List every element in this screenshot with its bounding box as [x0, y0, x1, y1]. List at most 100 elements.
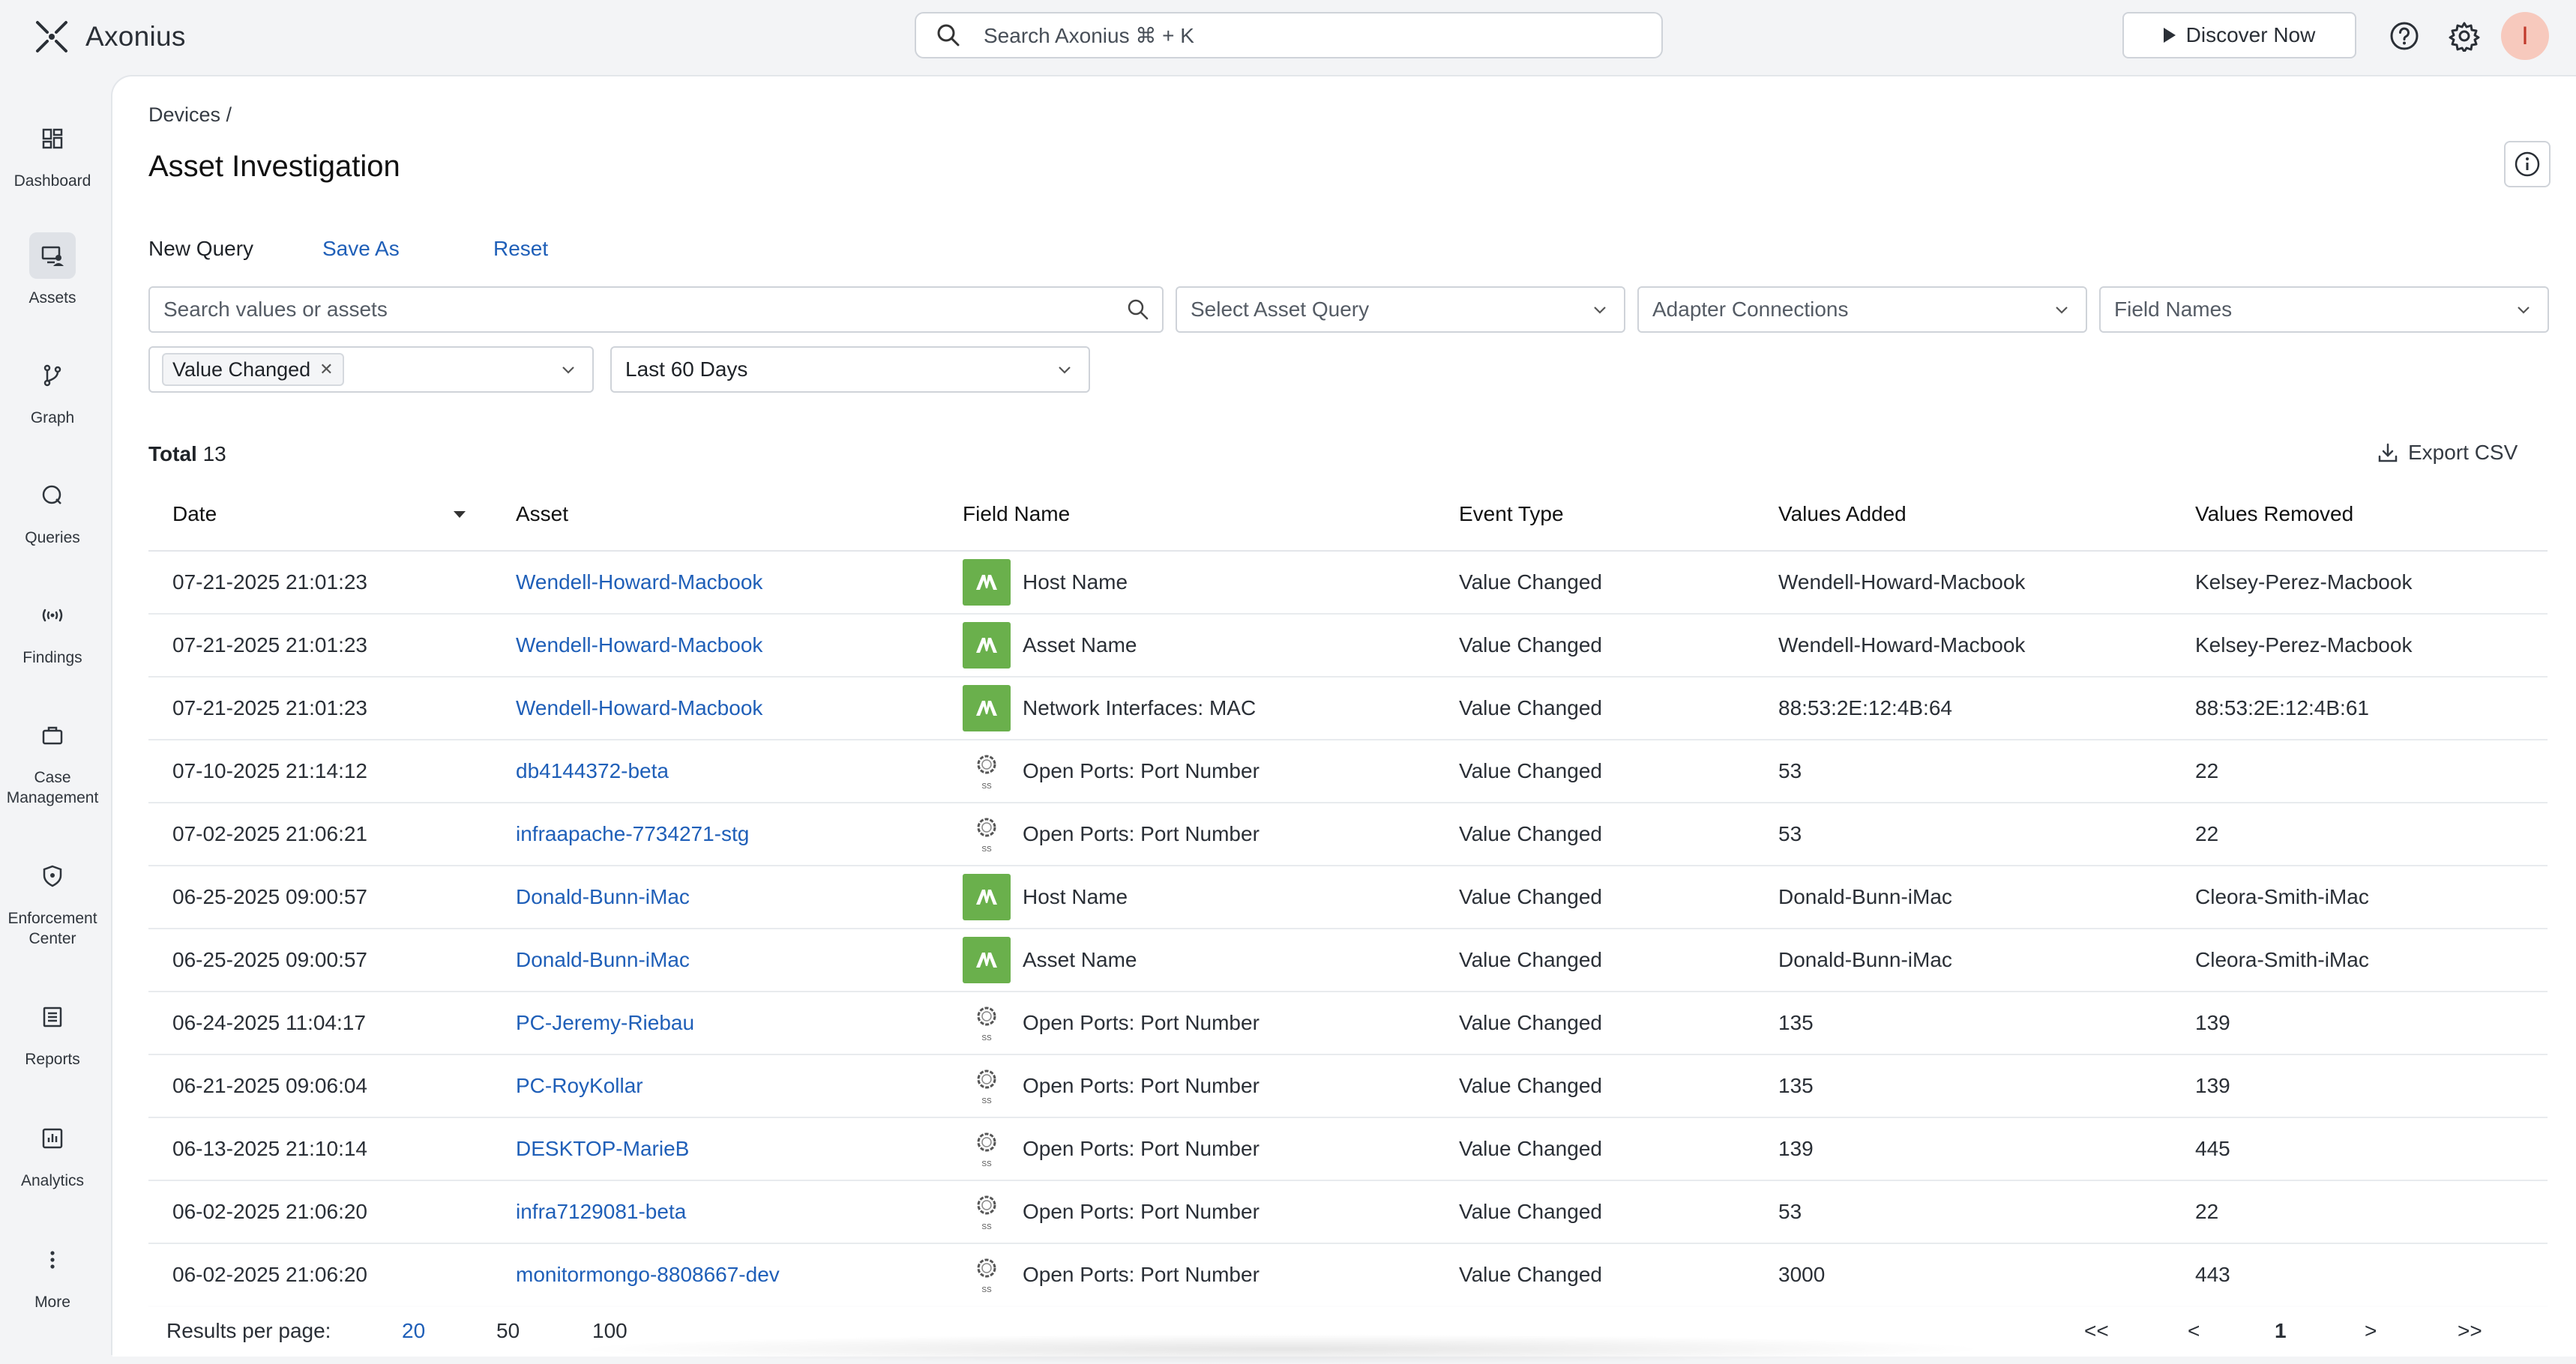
- investigation-table: Date Asset Field Name Event Type Values …: [148, 478, 2548, 1307]
- date-range-value: Last 60 Days: [625, 357, 748, 381]
- table-row[interactable]: 07-21-2025 21:01:23 Wendell-Howard-Macboo…: [148, 615, 2548, 678]
- field-name-text: Open Ports: Port Number: [1023, 759, 1260, 782]
- save-as-button[interactable]: Save As: [322, 237, 400, 261]
- column-header-date[interactable]: Date: [172, 502, 217, 526]
- table-row[interactable]: 06-21-2025 09:06:04 PC-RoyKollar SS Open Po…: [148, 1055, 2548, 1118]
- page-size-50[interactable]: 50: [496, 1319, 520, 1343]
- asset-link[interactable]: Donald-Bunn-iMac: [516, 929, 690, 991]
- table-row[interactable]: 07-21-2025 21:01:23 Wendell-Howard-Macboo…: [148, 552, 2548, 615]
- info-button[interactable]: [2504, 141, 2551, 187]
- adapter-badge[interactable]: SS: [963, 811, 1011, 857]
- adapter-badge[interactable]: SS: [963, 1126, 1011, 1172]
- table-row[interactable]: 06-02-2025 21:06:20 infra7129081-beta SS Op…: [148, 1181, 2548, 1244]
- adapter-badge[interactable]: SS: [963, 1063, 1011, 1109]
- adapter-badge[interactable]: SS: [963, 748, 1011, 794]
- table-row[interactable]: 06-25-2025 09:00:57 Donald-Bunn-iMac Asset…: [148, 929, 2548, 992]
- asset-link[interactable]: infra7129081-beta: [516, 1181, 686, 1243]
- settings-gear-icon[interactable]: [2449, 20, 2480, 52]
- total-label: Total: [148, 442, 197, 465]
- field-names-select[interactable]: Field Names: [2099, 286, 2549, 333]
- cell-values-added: 135: [1778, 1011, 1814, 1034]
- current-page[interactable]: 1: [2275, 1319, 2287, 1343]
- nav-item-graph[interactable]: Graph: [0, 352, 105, 428]
- date-range-select[interactable]: Last 60 Days: [610, 346, 1090, 393]
- page-size-100[interactable]: 100: [592, 1319, 628, 1343]
- asset-link[interactable]: Wendell-Howard-Macbook: [516, 552, 762, 613]
- adapter-badge[interactable]: [963, 874, 1011, 920]
- adapter-badge[interactable]: SS: [963, 1189, 1011, 1235]
- previous-page-button[interactable]: <: [2188, 1319, 2200, 1343]
- nav-item-analytics[interactable]: Analytics: [0, 1115, 105, 1191]
- adapter-badge[interactable]: SS: [963, 1252, 1011, 1298]
- table-row[interactable]: 07-21-2025 21:01:23 Wendell-Howard-Macboo…: [148, 678, 2548, 740]
- adapter-badge[interactable]: [963, 937, 1011, 983]
- asset-link[interactable]: PC-RoyKollar: [516, 1055, 643, 1117]
- nav-item-more[interactable]: More: [0, 1237, 105, 1312]
- field-name-text: Open Ports: Port Number: [1023, 822, 1260, 845]
- svg-text:SS: SS: [981, 782, 992, 791]
- chip-remove-icon[interactable]: ✕: [319, 360, 333, 379]
- adapter-badge[interactable]: [963, 685, 1011, 731]
- axonius-logo[interactable]: Axonius: [31, 16, 186, 57]
- cell-values-removed: Kelsey-Perez-Macbook: [2195, 570, 2413, 594]
- graph-icon: [43, 364, 61, 387]
- search-icon[interactable]: [1126, 298, 1150, 322]
- nav-item-enforcement-center[interactable]: Enforcement Center: [0, 853, 105, 949]
- cell-field-name: SS Open Ports: Port Number: [963, 1181, 1260, 1243]
- nav-item-queries[interactable]: Queries: [0, 472, 105, 548]
- export-csv-button[interactable]: Export CSV: [2377, 441, 2518, 465]
- nav-item-case-management[interactable]: Case Management: [0, 712, 105, 808]
- field-name-text: Network Interfaces: MAC: [1023, 696, 1257, 719]
- cell-event-type: Value Changed: [1459, 570, 1602, 594]
- event-type-select[interactable]: Value Changed ✕: [148, 346, 594, 393]
- table-row[interactable]: 07-02-2025 21:06:21 infraapache-7734271-s…: [148, 803, 2548, 866]
- help-icon[interactable]: [2389, 20, 2420, 52]
- asset-link[interactable]: infraapache-7734271-stg: [516, 803, 749, 865]
- adapter-badge[interactable]: [963, 559, 1011, 606]
- asset-query-select[interactable]: Select Asset Query: [1176, 286, 1625, 333]
- nav-item-findings[interactable]: Findings: [0, 592, 105, 668]
- column-header-event-type[interactable]: Event Type: [1459, 502, 1564, 526]
- breadcrumb[interactable]: Devices /: [148, 103, 232, 127]
- column-header-values-removed[interactable]: Values Removed: [2195, 502, 2353, 526]
- table-row[interactable]: 06-13-2025 21:10:14 DESKTOP-MarieB SS Open …: [148, 1118, 2548, 1181]
- table-row[interactable]: 07-10-2025 21:14:12 db4144372-beta SS Open …: [148, 740, 2548, 803]
- column-header-values-added[interactable]: Values Added: [1778, 502, 1907, 526]
- table-row[interactable]: 06-25-2025 09:00:57 Donald-Bunn-iMac Host …: [148, 866, 2548, 929]
- asset-link[interactable]: Wendell-Howard-Macbook: [516, 678, 762, 739]
- next-page-button[interactable]: >: [2365, 1319, 2377, 1343]
- asset-link[interactable]: Wendell-Howard-Macbook: [516, 615, 762, 676]
- nav-item-reports[interactable]: Reports: [0, 994, 105, 1069]
- last-page-button[interactable]: >>: [2458, 1319, 2482, 1343]
- table-row[interactable]: 06-24-2025 11:04:17 PC-Jeremy-Riebau SS Ope…: [148, 992, 2548, 1055]
- nav-label-reports: Reports: [25, 1051, 80, 1068]
- cell-date: 07-02-2025 21:06:21: [172, 822, 367, 845]
- reset-button[interactable]: Reset: [493, 237, 548, 261]
- adapter-connections-select[interactable]: Adapter Connections: [1637, 286, 2087, 333]
- global-search-input[interactable]: Search Axonius ⌘ + K: [915, 12, 1663, 58]
- download-icon: [2378, 443, 2398, 462]
- adapter-logo-icon: SS: [977, 1132, 996, 1168]
- nav-item-assets[interactable]: Assets: [0, 232, 105, 308]
- asset-link[interactable]: Donald-Bunn-iMac: [516, 866, 690, 928]
- nav-item-dashboard[interactable]: Dashboard: [0, 115, 105, 191]
- discover-now-button[interactable]: Discover Now: [2122, 12, 2356, 58]
- asset-link[interactable]: db4144372-beta: [516, 740, 669, 802]
- cell-field-name: Network Interfaces: MAC: [963, 678, 1256, 739]
- export-csv-label: Export CSV: [2408, 441, 2518, 464]
- page-size-20[interactable]: 20: [402, 1319, 425, 1343]
- adapter-badge[interactable]: [963, 622, 1011, 669]
- first-page-button[interactable]: <<: [2084, 1319, 2109, 1343]
- svg-text:SS: SS: [981, 845, 992, 854]
- adapter-badge[interactable]: SS: [963, 1000, 1011, 1046]
- user-avatar[interactable]: I: [2501, 12, 2549, 60]
- asset-link[interactable]: DESKTOP-MarieB: [516, 1118, 689, 1180]
- axonius-logo-icon: [36, 21, 67, 52]
- column-header-field-name[interactable]: Field Name: [963, 502, 1070, 526]
- new-query-button[interactable]: New Query: [148, 237, 253, 261]
- column-header-asset[interactable]: Asset: [516, 502, 568, 526]
- asset-search-input[interactable]: Search values or assets: [148, 286, 1164, 333]
- asset-link[interactable]: PC-Jeremy-Riebau: [516, 992, 694, 1054]
- sort-descending-icon[interactable]: [454, 511, 466, 518]
- nav-label-more: More: [34, 1294, 70, 1311]
